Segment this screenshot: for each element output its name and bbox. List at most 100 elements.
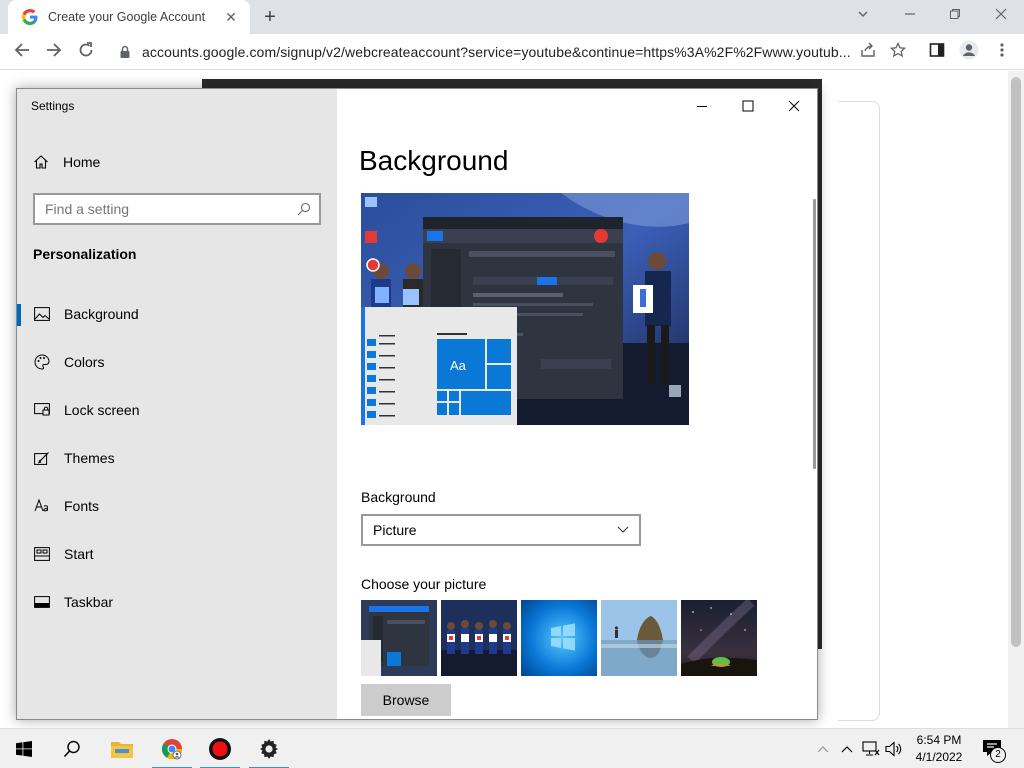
restore-icon[interactable]: [940, 4, 970, 26]
lock-icon[interactable]: [118, 45, 132, 59]
start-button[interactable]: [0, 729, 48, 768]
nav-item-label: Lock screen: [64, 402, 140, 418]
network-icon: [862, 741, 880, 756]
home-icon: [34, 155, 48, 169]
windows-logo-icon: [16, 741, 32, 757]
background-type-label: Background: [361, 489, 436, 505]
taskbar-file-explorer[interactable]: [98, 729, 146, 768]
tab-close-icon[interactable]: ✕: [222, 9, 240, 26]
background-type-dropdown[interactable]: Picture: [361, 514, 641, 546]
maximize-icon: [742, 100, 754, 112]
tray-overflow[interactable]: [838, 729, 856, 768]
browser-toolbar: accounts.google.com/signup/v2/webcreatea…: [0, 34, 1024, 70]
search-icon[interactable]: [289, 195, 319, 223]
taskbar-chrome[interactable]: [148, 729, 196, 768]
close-icon: [788, 100, 800, 112]
settings-nav-pane: Settings Home Personalization Background…: [17, 89, 337, 719]
lock-screen-icon: [33, 401, 51, 419]
chevron-up-icon: [841, 746, 853, 753]
browser-menu-icon[interactable]: [990, 40, 1014, 64]
search-icon: [63, 740, 80, 758]
url-text[interactable]: accounts.google.com/signup/v2/webcreatea…: [142, 44, 918, 60]
desktop-preview-image: [361, 193, 689, 425]
speaker-icon: [885, 741, 902, 757]
nav-item-lock-screen[interactable]: Lock screen: [17, 390, 337, 430]
windows-taskbar: 6:54 PM 4/1/2022 2: [0, 728, 1024, 768]
choose-picture-label: Choose your picture: [361, 576, 487, 592]
preview-tile-text: Aa: [450, 358, 466, 373]
gear-icon: [260, 739, 278, 759]
page-scrollbar-thumb[interactable]: [1011, 77, 1021, 647]
background-type-value: Picture: [373, 522, 417, 538]
record-icon: [209, 738, 231, 760]
picture-thumbnail-1[interactable]: [361, 600, 437, 676]
show-hidden-icons[interactable]: [814, 729, 832, 768]
chevron-down-icon: [607, 516, 639, 544]
nav-item-colors[interactable]: Colors: [17, 342, 337, 382]
share-icon[interactable]: [856, 40, 880, 64]
back-arrow-icon[interactable]: [10, 40, 34, 64]
page-title: Background: [359, 145, 509, 176]
nav-item-label: Taskbar: [64, 594, 114, 610]
minimize-icon: [697, 106, 707, 107]
window-close-button[interactable]: [771, 91, 817, 121]
settings-window-title: Settings: [31, 99, 75, 113]
nav-item-label: Fonts: [64, 498, 100, 514]
notification-count-badge: 2: [990, 747, 1006, 763]
forward-arrow-icon[interactable]: [42, 40, 66, 64]
side-panel-icon[interactable]: [925, 40, 949, 64]
start-icon: [33, 545, 51, 563]
google-icon: [22, 9, 38, 25]
minimize-icon[interactable]: [895, 4, 925, 26]
find-setting-input[interactable]: [45, 201, 289, 217]
nav-item-start[interactable]: Start: [17, 534, 337, 574]
nav-section-personalization: Personalization: [33, 246, 137, 262]
profile-avatar-icon[interactable]: [957, 40, 981, 64]
tab-search-icon[interactable]: [848, 4, 878, 26]
taskbar-icon: [33, 593, 51, 611]
nav-home-label: Home: [63, 154, 101, 170]
window-maximize-button[interactable]: [725, 91, 771, 121]
picture-thumbnail-4[interactable]: [601, 600, 677, 676]
browser-tabstrip: Create your Google Account ✕ +: [0, 0, 1024, 34]
palette-icon: [33, 353, 51, 371]
folder-icon: [111, 742, 133, 758]
picture-thumbnail-2[interactable]: [441, 600, 517, 676]
new-tab-button[interactable]: +: [258, 5, 282, 29]
nav-item-label: Start: [64, 546, 94, 562]
window-minimize-button[interactable]: [679, 91, 725, 121]
clock-time: 6:54 PM: [916, 733, 962, 747]
nav-item-fonts[interactable]: Fonts: [17, 486, 337, 526]
tab-title: Create your Google Account: [48, 10, 206, 24]
reload-icon[interactable]: [74, 40, 98, 64]
volume-control[interactable]: [884, 729, 904, 768]
close-icon[interactable]: [986, 4, 1016, 26]
fonts-icon: [33, 497, 51, 515]
nav-item-background[interactable]: Background: [17, 294, 337, 334]
nav-item-taskbar[interactable]: Taskbar: [17, 582, 337, 622]
themes-icon: [33, 449, 51, 467]
bookmark-star-icon[interactable]: [886, 40, 910, 64]
picture-thumbnails: [361, 600, 757, 676]
browse-button[interactable]: Browse: [361, 684, 451, 716]
signup-card-edge: [838, 101, 880, 721]
settings-content-pane: Background Aa Background Picture Choose …: [337, 89, 817, 719]
taskbar-settings[interactable]: [245, 729, 293, 768]
taskbar-search-button[interactable]: [48, 729, 96, 768]
clock-date: 4/1/2022: [915, 750, 963, 764]
chevron-up-icon: [817, 746, 829, 753]
picture-thumbnail-5[interactable]: [681, 600, 757, 676]
nav-item-themes[interactable]: Themes: [17, 438, 337, 478]
address-bar[interactable]: accounts.google.com/signup/v2/webcreatea…: [110, 38, 918, 66]
find-setting-search[interactable]: [33, 193, 321, 225]
browser-tab-active[interactable]: Create your Google Account ✕: [8, 0, 250, 34]
nav-item-label: Colors: [64, 354, 105, 370]
content-scrollbar[interactable]: [813, 199, 816, 469]
taskbar-clock[interactable]: 6:54 PM 4/1/2022: [905, 732, 973, 766]
nav-home[interactable]: Home: [33, 151, 100, 173]
network-status[interactable]: [860, 729, 882, 768]
taskbar-screen-recorder[interactable]: [196, 729, 244, 768]
background-preview: Aa: [361, 193, 689, 425]
nav-item-label: Themes: [64, 450, 115, 466]
picture-thumbnail-3[interactable]: [521, 600, 597, 676]
